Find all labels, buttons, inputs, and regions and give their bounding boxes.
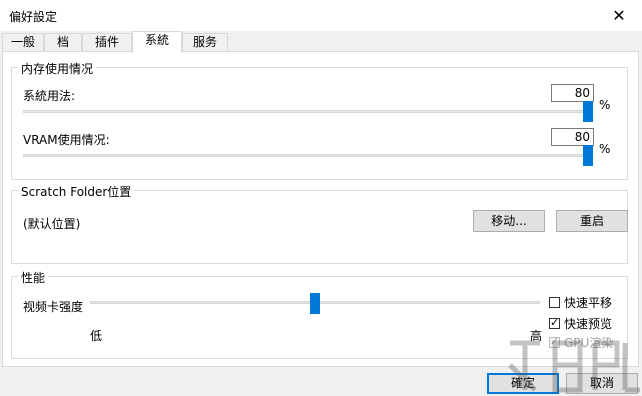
system-usage-slider-track[interactable] (23, 110, 591, 113)
intensity-low-label: 低 (90, 329, 103, 343)
vram-usage-input[interactable]: 80 (551, 128, 594, 146)
tab-services[interactable]: 服务 (182, 33, 228, 51)
memory-group-label: 内存使用情况 (18, 60, 97, 77)
tab-system[interactable]: 系統 (132, 31, 182, 53)
system-tab-panel: 内存使用情况 系統用法: 80 % VRAM使用情况: 80 % Scratch… (2, 51, 639, 367)
tab-file[interactable]: 档 (44, 33, 82, 51)
close-icon: ✕ (612, 6, 626, 25)
fast-preview-checkbox-box[interactable] (549, 316, 560, 329)
vram-usage-slider-thumb[interactable] (583, 145, 593, 166)
fast-pan-label: 快速平移 (564, 296, 613, 310)
fast-preview-label: 快速预览 (564, 317, 613, 331)
window-title: 偏好設定 (9, 10, 58, 24)
tab-plugins[interactable]: 插件 (82, 33, 132, 51)
performance-group-label: 性能 (18, 269, 49, 286)
watermark-logo (508, 340, 640, 393)
tab-bar: 一般 档 插件 系統 服务 (0, 31, 642, 53)
tab-general[interactable]: 一般 (2, 33, 44, 51)
system-usage-unit: % (599, 98, 611, 112)
scratch-folder-group: Scratch Folder位置 (默认位置) 移动... 重启 (11, 183, 628, 264)
vram-usage-label: VRAM使用情况: (23, 133, 110, 147)
memory-group: 内存使用情况 系統用法: 80 % VRAM使用情况: 80 % (11, 60, 628, 180)
vram-usage-slider-track[interactable] (23, 154, 591, 157)
scratch-folder-group-label: Scratch Folder位置 (18, 183, 135, 200)
restart-button[interactable]: 重启 (556, 210, 628, 232)
fast-pan-checkbox[interactable]: 快速平移 (549, 294, 612, 311)
vram-usage-unit: % (599, 142, 611, 156)
fast-preview-checkbox[interactable]: 快速预览 (549, 315, 612, 332)
close-button[interactable]: ✕ (596, 0, 642, 31)
title-bar: 偏好設定 ✕ (0, 0, 642, 31)
system-usage-slider-thumb[interactable] (583, 101, 593, 122)
scratch-folder-path: (默认位置) (23, 217, 81, 231)
system-usage-label: 系統用法: (23, 89, 76, 103)
move-button[interactable]: 移动... (473, 210, 545, 232)
fast-pan-checkbox-box[interactable] (549, 297, 560, 308)
graphics-card-intensity-slider-thumb[interactable] (310, 293, 320, 314)
graphics-card-intensity-label: 视频卡强度 (23, 300, 84, 314)
system-usage-input[interactable]: 80 (551, 84, 594, 102)
